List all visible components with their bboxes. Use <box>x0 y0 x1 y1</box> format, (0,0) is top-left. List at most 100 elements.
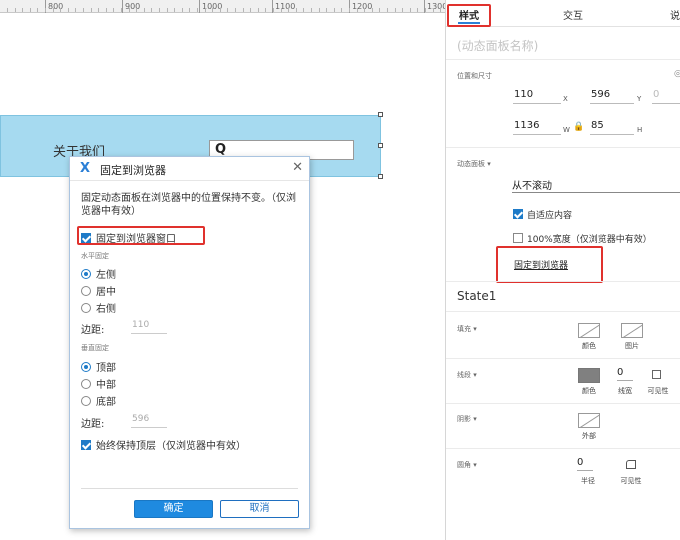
radio-label: 左侧 <box>96 270 116 281</box>
z-input[interactable]: 0 <box>652 89 680 104</box>
panel-name-input[interactable]: (动态面板名称) <box>457 37 538 54</box>
resize-handle[interactable] <box>378 143 383 148</box>
fit-content-checkbox[interactable]: 自适应内容 <box>513 208 572 221</box>
ruler-minor-tick <box>341 8 343 12</box>
fill-section-title[interactable]: 填充 ▾ <box>457 324 477 334</box>
stroke-color-swatch[interactable] <box>578 368 600 383</box>
divider <box>446 358 680 359</box>
stroke-visibility-icon[interactable] <box>652 370 661 379</box>
resize-handle[interactable] <box>378 174 383 179</box>
ruler-minor-tick <box>45 8 46 12</box>
ruler-minor-tick <box>250 8 252 12</box>
stroke-color-caption: 颜色 <box>582 387 596 395</box>
fill-color-caption: 颜色 <box>582 342 596 350</box>
checkbox-checked-icon[interactable] <box>513 209 523 219</box>
height-input[interactable]: 85 <box>590 120 634 135</box>
checkbox-checked-icon[interactable] <box>81 233 91 243</box>
pin-to-browser-link[interactable]: 固定到浏览器 <box>514 258 568 271</box>
width-input[interactable]: 1136 <box>513 120 561 135</box>
corner-section-title[interactable]: 圆角 ▾ <box>457 460 477 470</box>
h-margin-input[interactable]: 110 <box>131 320 167 334</box>
ruler-minor-tick <box>356 8 358 12</box>
ruler-minor-tick <box>204 8 206 12</box>
full-width-checkbox[interactable]: 100%宽度（仅浏览器中有效） <box>513 232 652 245</box>
checkbox-icon[interactable] <box>513 233 523 243</box>
pin-to-window-checkbox[interactable]: 固定到浏览器窗口 <box>81 230 176 245</box>
h-option-left[interactable]: 左侧 <box>81 266 116 281</box>
v-margin-input[interactable]: 596 <box>131 414 167 428</box>
shadow-outer-caption: 外部 <box>582 432 596 440</box>
fill-image-swatch[interactable] <box>621 323 643 338</box>
ruler-minor-tick <box>371 8 373 12</box>
h-option-right[interactable]: 右侧 <box>81 300 116 315</box>
ruler-minor-tick <box>113 8 115 12</box>
shadow-outer-swatch[interactable] <box>578 413 600 428</box>
v-option-top[interactable]: 顶部 <box>81 359 116 374</box>
h-axis-label: H <box>637 126 643 134</box>
radio-icon[interactable] <box>81 379 91 389</box>
ruler-minor-tick <box>29 8 31 12</box>
ruler-minor-tick <box>143 8 145 12</box>
y-input[interactable]: 596 <box>590 89 634 104</box>
corner-visibility-icon[interactable] <box>626 460 636 469</box>
h-option-center[interactable]: 居中 <box>81 283 116 298</box>
v-option-middle[interactable]: 中部 <box>81 376 116 391</box>
ruler-minor-tick <box>349 8 350 12</box>
radio-icon[interactable] <box>81 286 91 296</box>
corner-radius-input[interactable]: 0 <box>577 457 593 471</box>
editor-canvas[interactable]: 800 900 1000 1100 1200 1300 关于我们 Q X 固定到… <box>0 0 445 540</box>
ruler-minor-tick <box>432 8 434 12</box>
ruler-minor-tick <box>22 8 24 12</box>
ruler-minor-tick <box>14 8 16 12</box>
ruler-minor-tick <box>52 8 54 12</box>
v-option-bottom[interactable]: 底部 <box>81 393 116 408</box>
shadow-section-title[interactable]: 阴影 ▾ <box>457 414 477 424</box>
checkbox-checked-icon[interactable] <box>81 440 91 450</box>
stroke-width-input[interactable]: 0 <box>617 367 633 381</box>
radio-selected-icon[interactable] <box>81 269 91 279</box>
stroke-width-caption: 线宽 <box>618 387 632 395</box>
divider <box>446 448 680 449</box>
eye-icon[interactable]: ◎ <box>674 69 680 79</box>
stroke-visibility-caption: 可见性 <box>647 387 669 395</box>
ruler-minor-tick <box>136 8 138 12</box>
ruler-minor-tick <box>67 8 69 12</box>
ruler-minor-tick <box>265 8 267 12</box>
x-input[interactable]: 110 <box>513 89 561 104</box>
ruler-minor-tick <box>189 8 191 12</box>
ruler-label: 1200 <box>349 0 372 13</box>
ruler-minor-tick <box>257 8 259 12</box>
cancel-button[interactable]: 取消 <box>220 500 299 518</box>
horizontal-ruler: 800 900 1000 1100 1200 1300 <box>0 0 445 13</box>
tab-interaction[interactable]: 交互 <box>563 7 583 22</box>
checkbox-label: 固定到浏览器窗口 <box>96 234 176 245</box>
fill-color-swatch[interactable] <box>578 323 600 338</box>
ruler-label: 900 <box>122 0 140 13</box>
ruler-minor-tick <box>333 8 335 12</box>
ruler-minor-tick <box>98 8 100 12</box>
divider <box>446 59 680 60</box>
tab-notes[interactable]: 说 <box>670 7 680 22</box>
y-axis-label: Y <box>637 95 642 103</box>
lock-icon[interactable]: 🔒 <box>573 122 584 132</box>
tab-style[interactable]: 样式 <box>459 7 479 22</box>
resize-handle[interactable] <box>378 112 383 117</box>
divider <box>446 147 680 148</box>
radio-selected-icon[interactable] <box>81 362 91 372</box>
corner-radius-caption: 半径 <box>581 477 595 485</box>
radio-icon[interactable] <box>81 396 91 406</box>
scroll-dropdown[interactable]: 从不滚动 <box>512 177 680 193</box>
dynamic-panel-section-title[interactable]: 动态面板 ▾ <box>457 159 491 169</box>
v-margin-label: 边距: <box>81 419 105 430</box>
always-on-top-checkbox[interactable]: 始终保持顶层（仅浏览器中有效） <box>81 437 246 452</box>
close-icon[interactable]: ✕ <box>292 160 303 175</box>
ruler-minor-tick <box>402 8 404 12</box>
ok-button[interactable]: 确定 <box>134 500 213 518</box>
stroke-section-title[interactable]: 线段 ▾ <box>457 370 477 380</box>
radio-label: 右侧 <box>96 304 116 315</box>
ruler-minor-tick <box>212 8 214 12</box>
state-name: State1 <box>457 289 497 303</box>
ruler-minor-tick <box>440 8 442 12</box>
radio-icon[interactable] <box>81 303 91 313</box>
ruler-minor-tick <box>326 8 328 12</box>
